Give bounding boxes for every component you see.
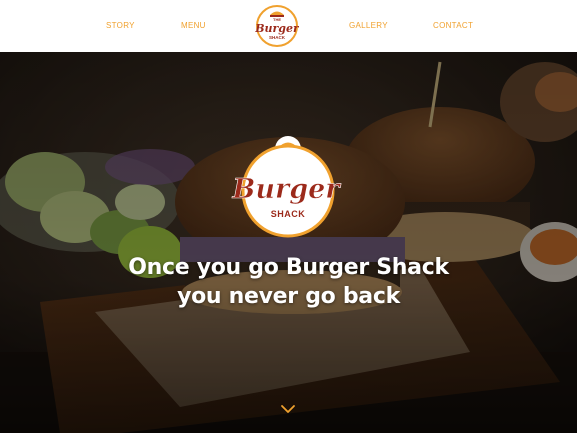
page: STORY MENU THE Burger SHACK GALLERY CONT… — [0, 0, 577, 433]
hero-logo-main-word: Burger — [232, 174, 342, 205]
hero-tagline-line-2: you never go back — [177, 284, 400, 309]
hero-background-image — [0, 52, 577, 433]
nav-logo-bottom-word: SHACK — [269, 35, 286, 40]
hero-tagline-line-1: Once you go Burger Shack — [128, 255, 449, 280]
hero-section: Burger SHACK Once you go Burger Shack yo… — [0, 52, 577, 433]
nav-logo-main-word: Burger — [255, 22, 299, 35]
nav-link-gallery[interactable]: GALLERY — [349, 21, 388, 30]
top-nav: STORY MENU THE Burger SHACK GALLERY CONT… — [0, 0, 577, 52]
nav-link-contact[interactable]: CONTACT — [433, 21, 473, 30]
hero-logo-bottom-word: SHACK — [271, 209, 306, 219]
nav-link-menu[interactable]: MENU — [181, 21, 206, 30]
nav-link-story[interactable]: STORY — [106, 21, 135, 30]
hero-logo: Burger SHACK — [231, 136, 342, 238]
chevron-down-icon[interactable] — [280, 403, 296, 415]
nav-logo[interactable]: THE Burger SHACK — [255, 4, 299, 48]
